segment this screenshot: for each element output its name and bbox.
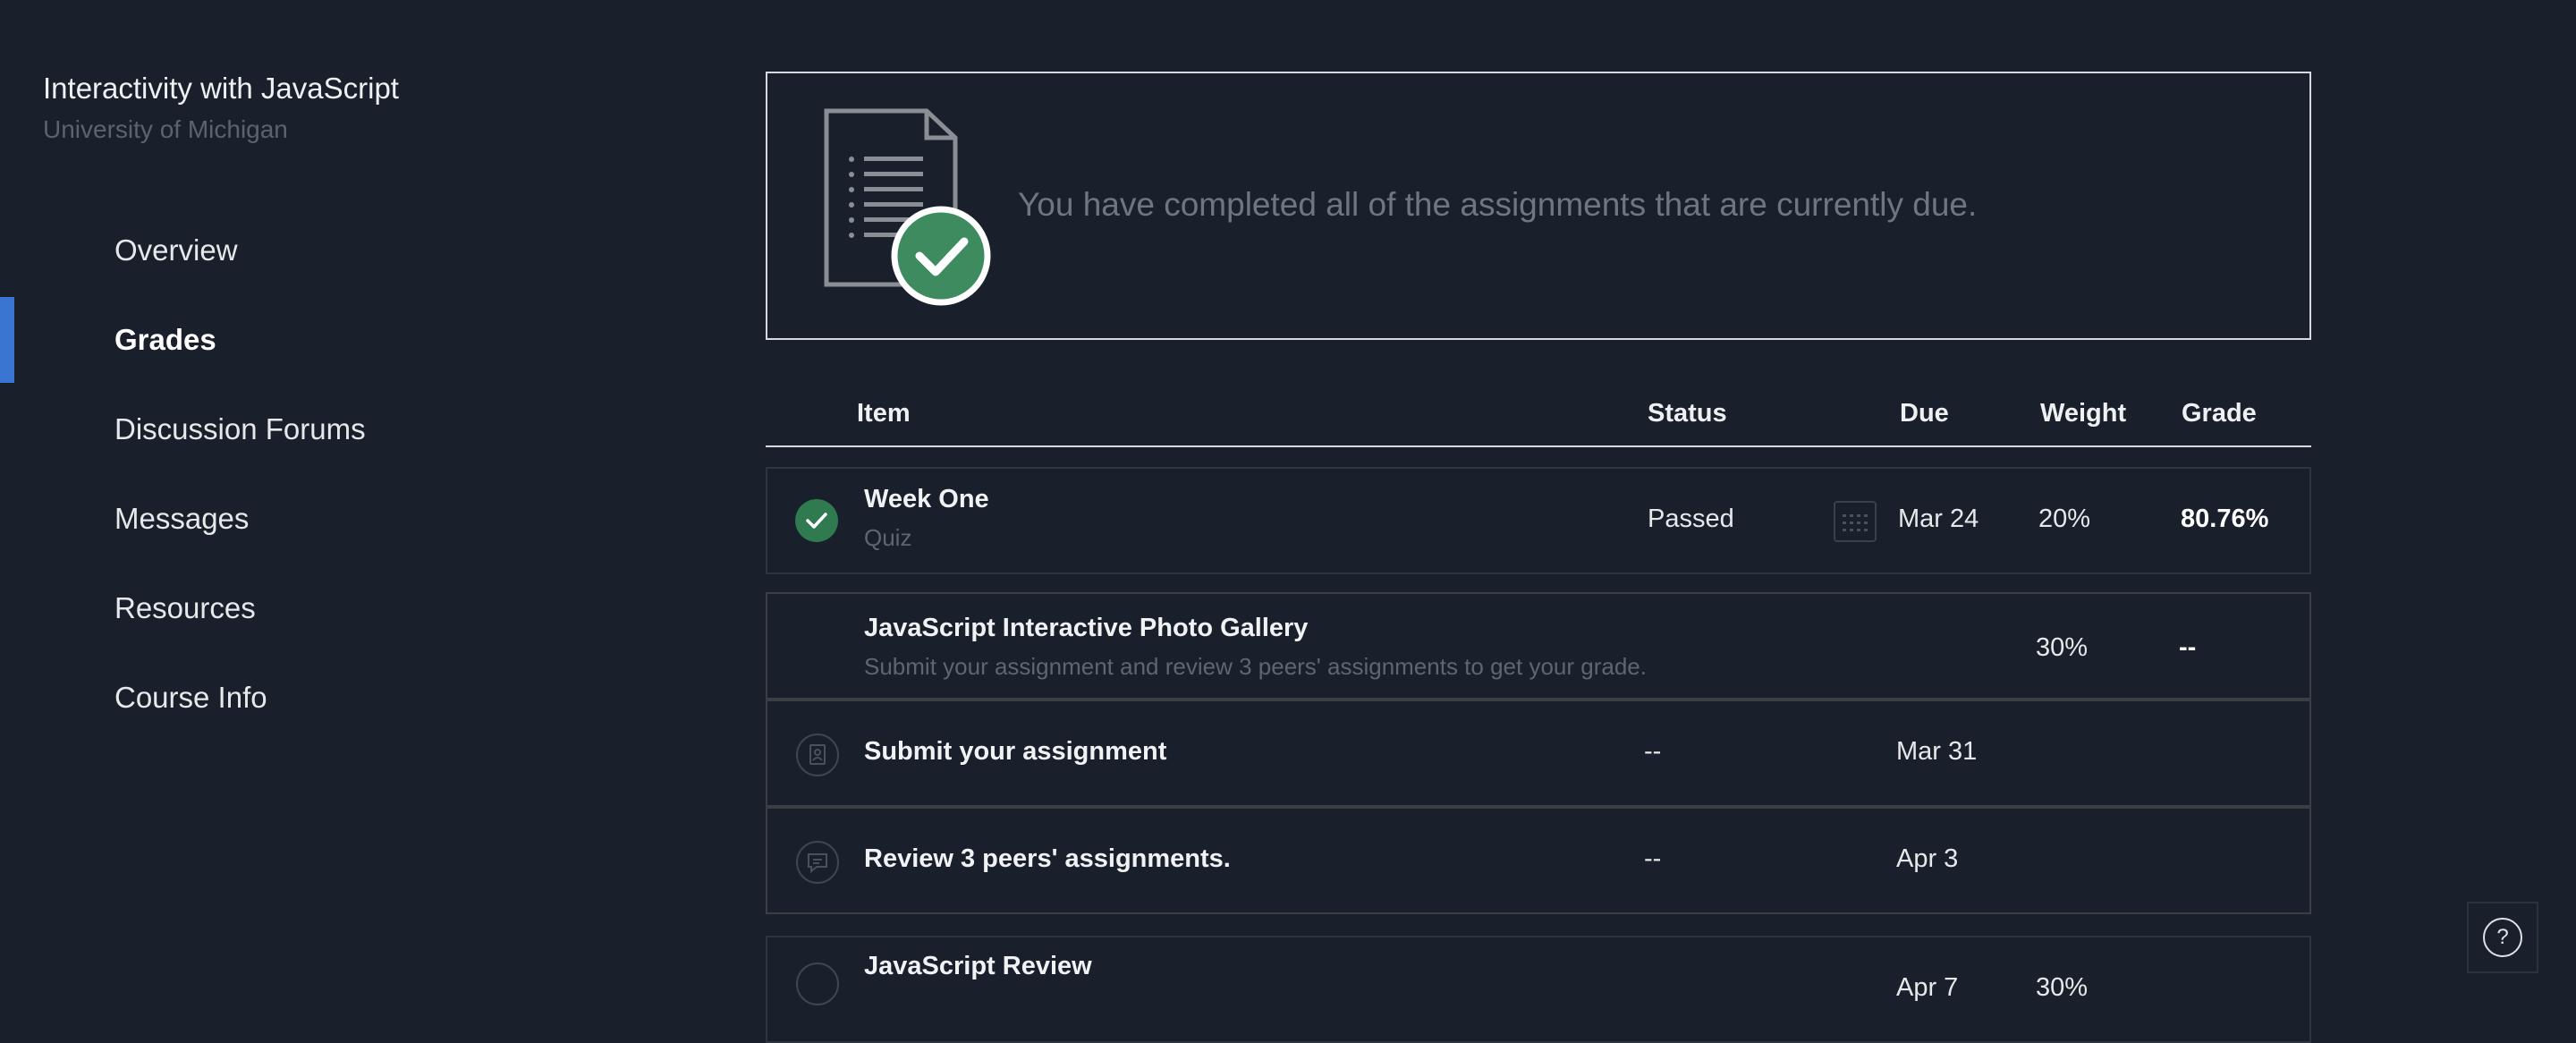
item-due: Apr 7 [1896,973,1959,1002]
help-icon: ? [2483,918,2522,957]
item-status: Passed [1648,505,1734,533]
item-weight: 20% [2038,505,2091,533]
submission-icon [796,733,839,776]
help-button[interactable]: ? [2467,902,2538,973]
grades-table-header: Item Status Due Weight Grade [766,390,2311,447]
course-nav: Overview Grades Discussion Forums Messag… [0,206,733,742]
table-row-submit-assignment[interactable]: Submit your assignment -- Mar 31 [766,700,2311,807]
item-subtitle: Submit your assignment and review 3 peer… [864,653,1647,680]
nav-item-resources[interactable]: Resources [0,564,733,653]
item-title[interactable]: Review 3 peers' assignments. [864,844,1231,874]
nav-item-grades[interactable]: Grades [0,295,733,385]
course-institution: University of Michigan [43,115,288,143]
item-grade: -- [2179,633,2197,662]
item-due: Mar 31 [1896,737,1978,766]
nav-item-messages[interactable]: Messages [0,474,733,564]
banner-message: You have completed all of the assignment… [1018,186,1978,223]
calendar-icon [1834,501,1877,542]
header-weight: Weight [2040,399,2127,428]
item-title[interactable]: Week One [864,485,989,514]
item-due: Mar 24 [1898,505,1979,533]
table-row-javascript-review[interactable]: JavaScript Review Apr 7 30% [766,936,2311,1043]
header-status: Status [1648,399,1727,428]
item-title[interactable]: JavaScript Interactive Photo Gallery [864,614,1308,643]
review-icon [796,841,839,884]
item-weight: 30% [2036,973,2089,1002]
header-due: Due [1900,399,1949,428]
table-row-review-peers[interactable]: Review 3 peers' assignments. -- Apr 3 [766,807,2311,914]
table-row-week-one[interactable]: Week One Quiz Passed Mar 24 20% 80.76% [766,467,2311,574]
nav-item-overview[interactable]: Overview [0,206,733,295]
nav-item-discussion-forums[interactable]: Discussion Forums [0,385,733,474]
item-icon [796,962,839,1005]
completion-banner: You have completed all of the assignment… [766,72,2311,340]
sidebar: Interactivity with JavaScript University… [0,0,733,984]
nav-item-course-info[interactable]: Course Info [0,653,733,742]
item-due: Apr 3 [1896,844,1959,873]
item-subtitle: Quiz [864,524,912,551]
item-title[interactable]: Submit your assignment [864,737,1166,767]
item-weight: 30% [2036,633,2089,662]
item-status: -- [1644,844,1662,873]
table-row-photo-gallery[interactable]: JavaScript Interactive Photo Gallery Sub… [766,592,2311,700]
check-circle-icon [795,499,838,542]
item-grade: 80.76% [2181,505,2269,533]
item-status: -- [1644,737,1662,766]
item-title[interactable]: JavaScript Review [864,952,1092,981]
document-check-icon [824,108,991,306]
course-title[interactable]: Interactivity with JavaScript [43,72,399,106]
header-grade: Grade [2182,399,2257,428]
header-item: Item [857,399,911,428]
